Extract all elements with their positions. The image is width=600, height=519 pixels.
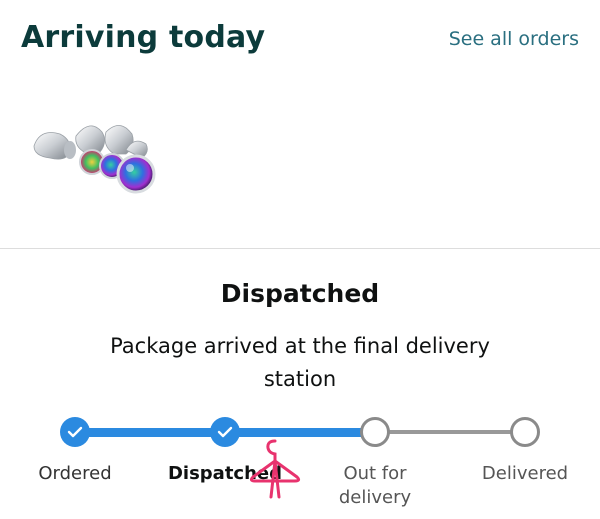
section-divider	[0, 248, 600, 249]
delivery-progress-tracker: Ordered Dispatched Out for delivery Deli…	[0, 405, 600, 519]
jewelry-product-icon	[33, 125, 156, 194]
page-title: Arriving today	[21, 20, 266, 55]
step-out-for-delivery-node	[360, 417, 390, 447]
product-image[interactable]	[30, 118, 162, 198]
step-dispatched-label: Dispatched	[167, 463, 283, 484]
checkmark-icon	[67, 426, 83, 438]
checkmark-icon	[217, 426, 233, 438]
step-ordered-label: Ordered	[38, 463, 112, 484]
step-dispatched-node	[210, 417, 240, 447]
step-delivered-node	[510, 417, 540, 447]
progress-track-pending	[375, 430, 525, 434]
see-all-orders-link[interactable]: See all orders	[449, 28, 579, 50]
order-header: Arriving today See all orders	[0, 0, 600, 80]
shipment-status-description: Package arrived at the final delivery st…	[110, 334, 490, 391]
shipment-status-heading: Dispatched	[220, 279, 380, 308]
step-out-for-delivery-label: Out for delivery	[338, 463, 412, 508]
step-ordered-node	[60, 417, 90, 447]
step-delivered-label: Delivered	[481, 463, 569, 484]
